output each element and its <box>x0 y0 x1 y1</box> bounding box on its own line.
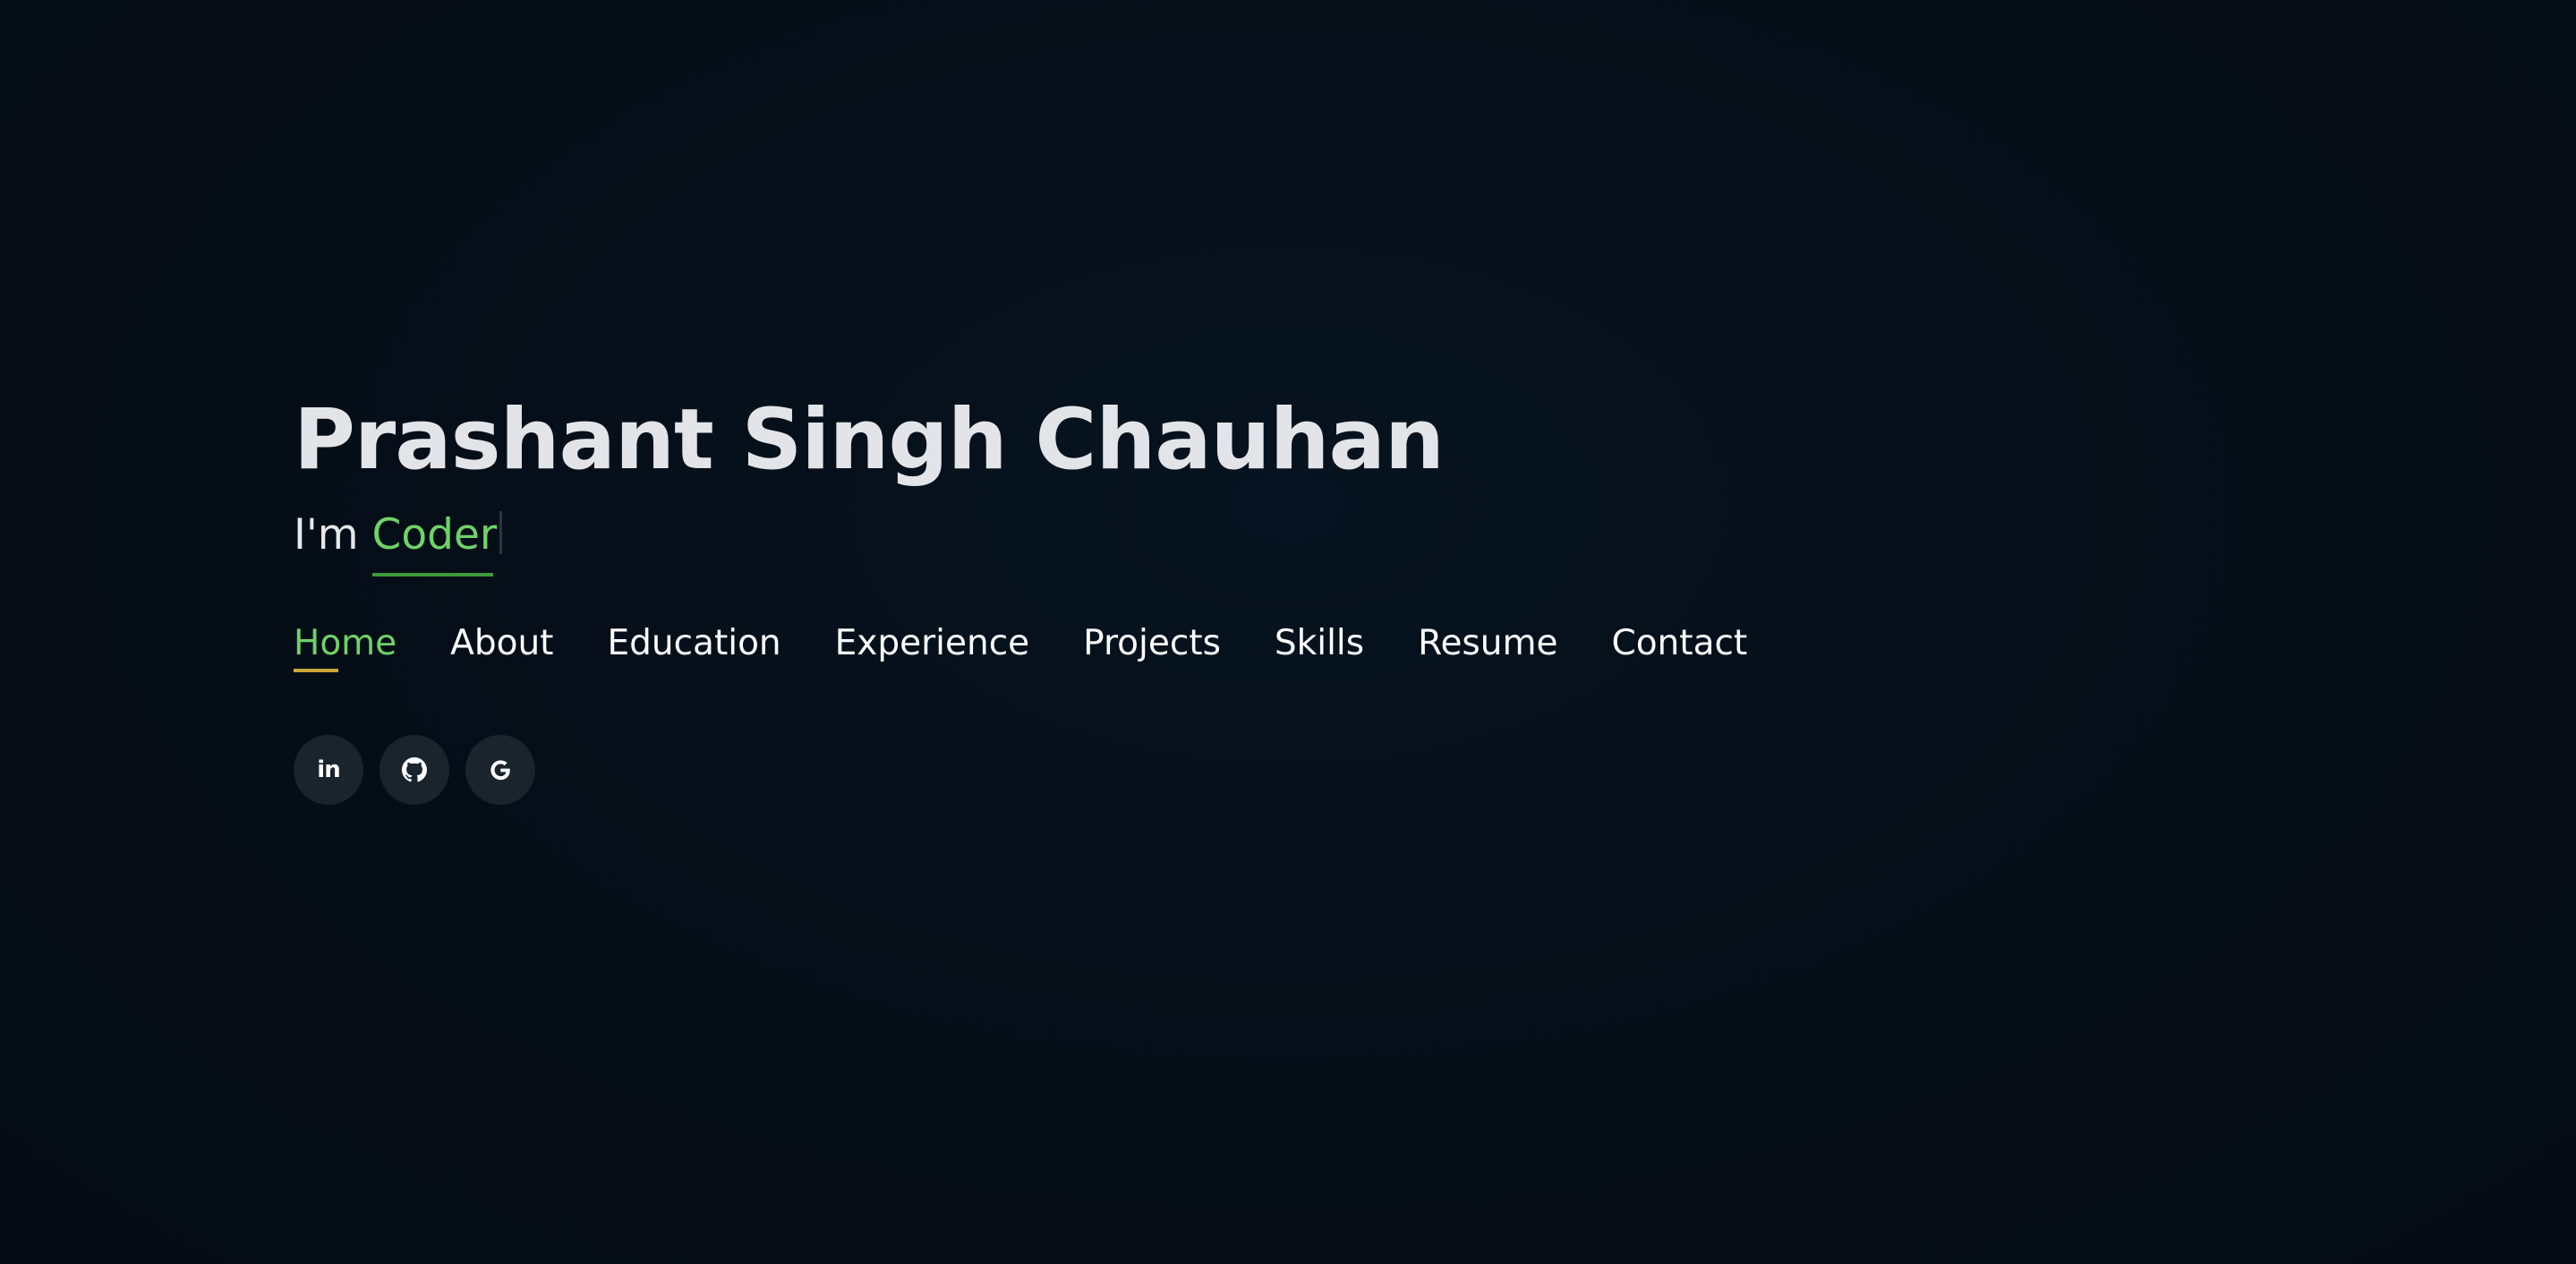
nav-item-contact[interactable]: Contact <box>1611 623 1747 665</box>
nav-item-education[interactable]: Education <box>607 623 780 665</box>
google-button[interactable] <box>465 734 535 805</box>
nav-item-about[interactable]: About <box>450 623 553 665</box>
main-nav: Home About Education Experience Projects… <box>294 623 1747 672</box>
hero-section: Prashant Singh Chauhan I'm Coder Home Ab… <box>294 394 1747 805</box>
tagline-role: Coder <box>371 510 498 576</box>
nav-item-experience[interactable]: Experience <box>835 623 1030 665</box>
hero-tagline: I'm Coder <box>294 510 1747 576</box>
social-links: in <box>294 734 1747 805</box>
tagline-prefix: I'm <box>294 510 359 560</box>
typing-cursor <box>499 511 503 555</box>
hero-name: Prashant Singh Chauhan <box>294 391 1445 489</box>
github-button[interactable] <box>380 734 449 805</box>
nav-item-projects[interactable]: Projects <box>1083 623 1221 665</box>
google-icon <box>490 760 510 781</box>
linkedin-icon: in <box>317 756 340 783</box>
github-icon <box>402 756 427 782</box>
linkedin-button[interactable]: in <box>294 734 363 805</box>
nav-item-home[interactable]: Home <box>294 623 397 672</box>
nav-item-resume[interactable]: Resume <box>1418 623 1557 665</box>
nav-item-skills[interactable]: Skills <box>1275 623 1364 665</box>
